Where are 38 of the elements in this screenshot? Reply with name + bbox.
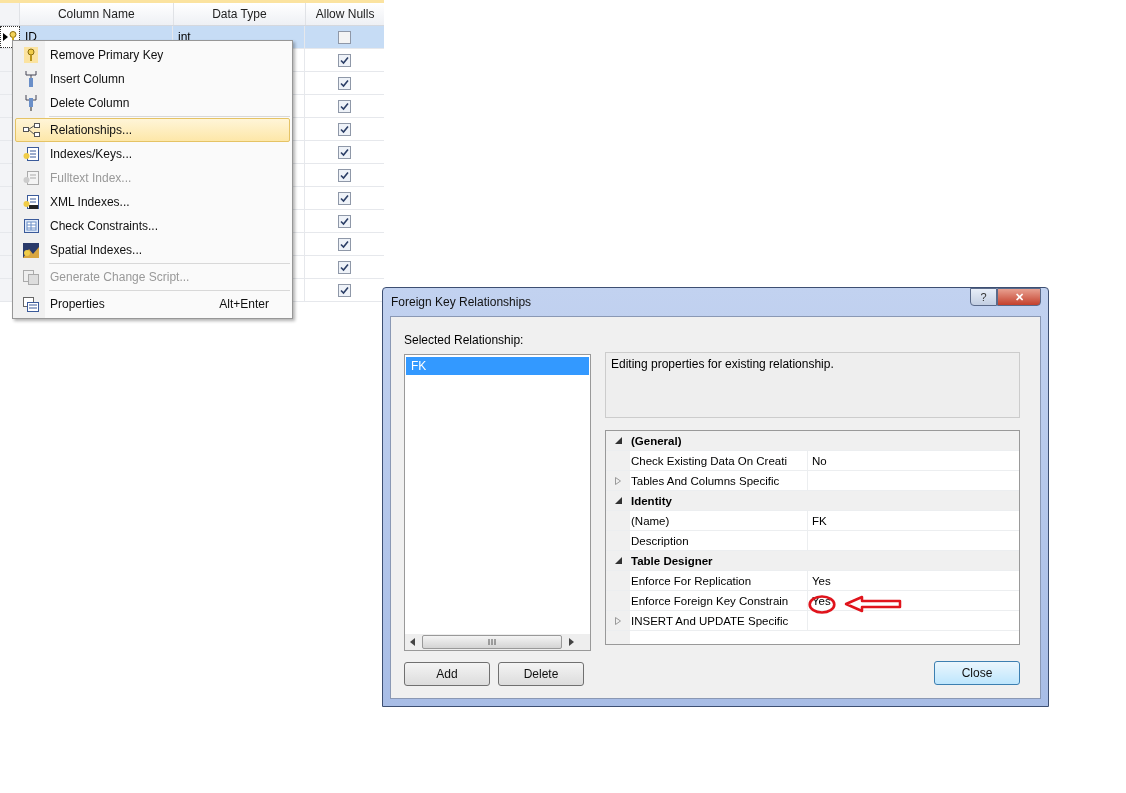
list-label: Selected Relationship: xyxy=(404,333,525,347)
column-header[interactable]: Allow Nulls xyxy=(306,3,384,25)
property-value: FK xyxy=(812,514,827,527)
add-button[interactable]: Add xyxy=(404,662,490,686)
column-header[interactable]: Column Name xyxy=(20,3,174,25)
close-dialog-button[interactable]: Close xyxy=(934,661,1020,685)
menu-item[interactable]: Insert Column xyxy=(15,67,290,91)
property-name: (Name) xyxy=(631,514,670,527)
property-row[interactable]: INSERT And UPDATE Specific xyxy=(606,611,1019,631)
property-row[interactable]: Check Existing Data On Creati No xyxy=(606,451,1019,471)
menu-item[interactable]: Properties Alt+Enter xyxy=(15,292,290,316)
category-label: Identity xyxy=(630,494,672,507)
property-name: Enforce For Replication xyxy=(631,574,752,587)
help-button[interactable]: ? xyxy=(970,288,997,306)
description-text: Editing properties for existing relationship. xyxy=(611,357,834,371)
menu-item[interactable]: Spatial Indexes... xyxy=(15,238,290,262)
property-name: Description xyxy=(631,534,689,547)
property-name: Check Existing Data On Creati xyxy=(631,454,787,467)
window-title: Foreign Key Relationships xyxy=(390,295,532,309)
shortcut-text: Alt+Enter xyxy=(219,297,270,311)
column-header[interactable]: Data Type xyxy=(173,3,307,25)
property-row[interactable]: Enforce Foreign Key Constrain Yes xyxy=(606,591,1019,611)
property-value: No xyxy=(812,454,827,467)
property-name: Enforce Foreign Key Constrain xyxy=(631,594,789,607)
property-name: INSERT And UPDATE Specific xyxy=(631,614,789,627)
property-name: Tables And Columns Specific xyxy=(631,474,780,487)
category-label: Table Designer xyxy=(630,554,713,567)
menu-item[interactable]: Indexes/Keys... xyxy=(15,142,290,166)
property-row[interactable]: Enforce For Replication Yes xyxy=(606,571,1019,591)
menu-item[interactable]: Check Constraints... xyxy=(15,214,290,238)
property-value: Yes xyxy=(812,574,831,587)
menu-item[interactable]: XML Indexes... xyxy=(15,190,290,214)
property-value: Yes xyxy=(812,594,831,607)
property-row[interactable]: (Name) FK xyxy=(606,511,1019,531)
delete-button[interactable]: Delete xyxy=(498,662,584,686)
menu-item[interactable]: Relationships... xyxy=(15,118,290,142)
menu-item[interactable]: Delete Column xyxy=(15,91,290,115)
category-label: (General) xyxy=(630,434,682,447)
